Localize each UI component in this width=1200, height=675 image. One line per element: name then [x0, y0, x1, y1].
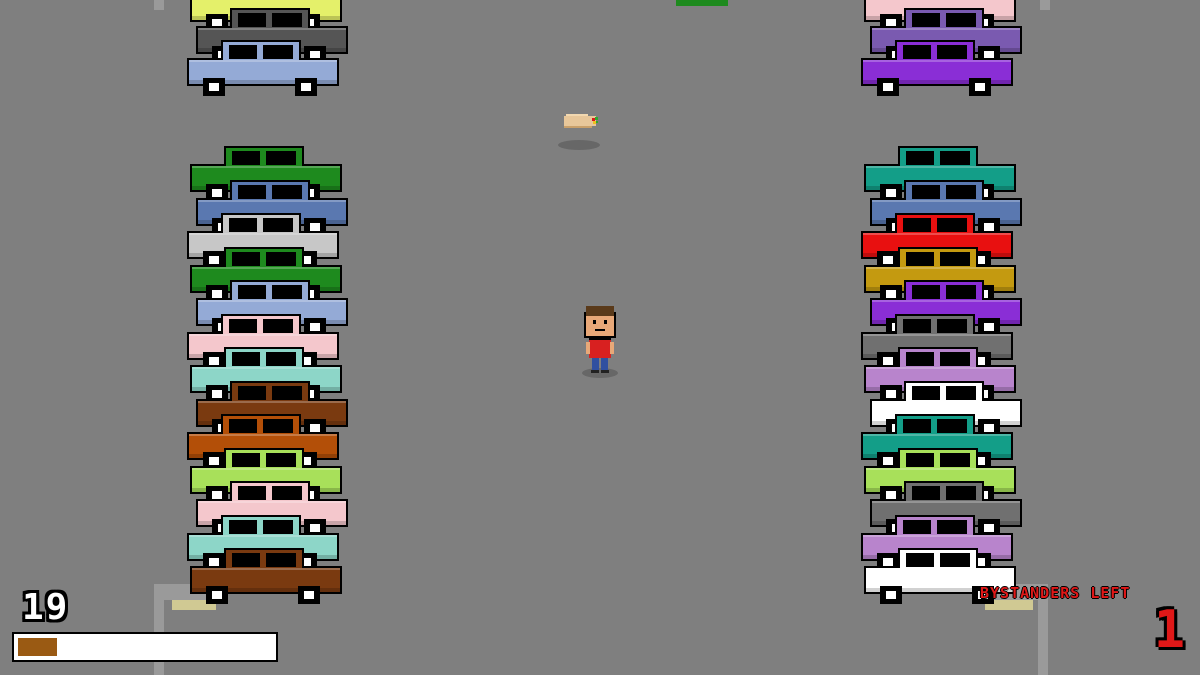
bystanders-left-count: 1: [1153, 600, 1185, 660]
parked-car-left-top-3: [183, 36, 343, 98]
burrito-meter: [12, 632, 278, 662]
lamp-pole-top-right: [1040, 0, 1050, 10]
burrito-icon: [562, 112, 600, 130]
lamp-pole-top-left: [154, 0, 164, 10]
parked-car-right-top-3: [857, 36, 1017, 98]
game-scene: 19 BYSTANDERS LEFT 1: [0, 0, 1200, 675]
car-top-center: [676, 0, 728, 6]
burrito-meter-fill: [18, 638, 57, 656]
player-character: [583, 306, 617, 374]
burrito-shadow: [558, 140, 600, 150]
score-counter: 19: [22, 587, 70, 628]
parked-car-left-13: [186, 544, 346, 606]
